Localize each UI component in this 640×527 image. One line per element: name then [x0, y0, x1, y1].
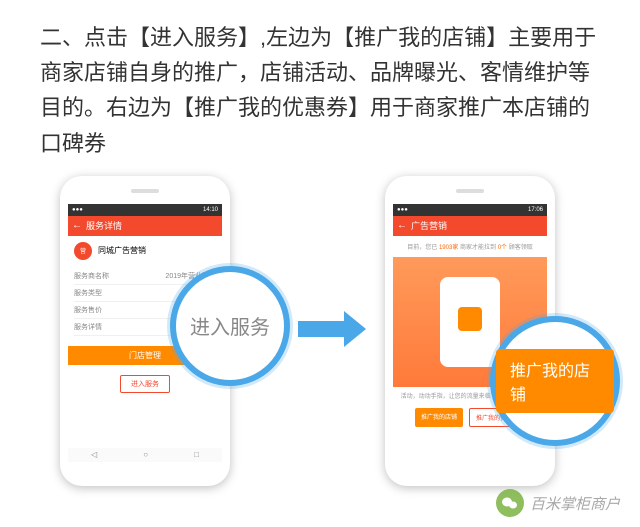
back-icon[interactable]: ←: [72, 220, 82, 231]
illustration-area: ●●● 14:10 ← 服务详情 营 同城广告营销 服务商名称2019年营业管理…: [0, 171, 640, 511]
nav-bar: ← 广告营销: [393, 216, 547, 236]
callout-enter-service: 进入服务: [170, 266, 290, 386]
banner-text: 目前，您已 1903家 商家才能拉到 0个 顾客领取: [393, 236, 547, 257]
phone-illustration-icon: [440, 277, 500, 367]
enter-service-button[interactable]: 进入服务: [120, 375, 170, 393]
arrow-icon: [298, 311, 366, 347]
service-header: 营 同城广告营销: [68, 236, 222, 266]
promote-shop-button[interactable]: 推广我的店铺: [415, 408, 463, 427]
service-icon: 营: [74, 242, 92, 260]
status-bar: ●●● 17:06: [393, 204, 547, 216]
nav-bar: ← 服务详情: [68, 216, 222, 236]
wechat-icon: [496, 489, 524, 517]
status-icons: ●●●: [72, 207, 83, 213]
instruction-text: 二、点击【进入服务】,左边为【推广我的店铺】主要用于商家店铺自身的推广，店铺活动…: [0, 0, 640, 171]
service-name: 同城广告营销: [98, 245, 146, 256]
callout-text: 进入服务: [190, 311, 270, 340]
nav-back-icon[interactable]: ◁: [91, 450, 97, 459]
status-bar: ●●● 14:10: [68, 204, 222, 216]
watermark-text: 百米掌柜商户: [530, 493, 620, 514]
callout-button: 推广我的店铺: [496, 349, 614, 413]
callout-promote-shop: 推广我的店铺: [490, 316, 620, 446]
status-icons: ●●●: [397, 207, 408, 213]
status-time: 14:10: [203, 207, 218, 213]
android-nav-bar: ◁ ○ □: [68, 448, 222, 462]
nav-recent-icon[interactable]: □: [194, 450, 199, 459]
watermark: 百米掌柜商户: [496, 489, 620, 517]
nav-title: 服务详情: [86, 219, 122, 232]
nav-title: 广告营销: [411, 219, 447, 232]
nav-home-icon[interactable]: ○: [143, 450, 148, 459]
back-icon[interactable]: ←: [397, 220, 407, 231]
status-time: 17:06: [528, 207, 543, 213]
